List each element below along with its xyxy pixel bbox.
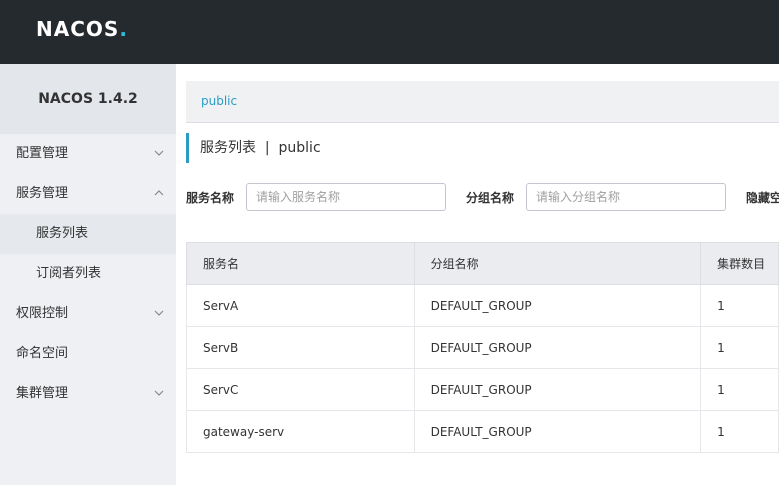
- chevron-down-icon: [154, 390, 164, 396]
- column-header-cluster-count[interactable]: 集群数目: [700, 242, 779, 285]
- sidebar-item-service-list[interactable]: 服务列表: [0, 214, 176, 254]
- cell-service-name: ServC: [186, 368, 415, 411]
- service-table: 服务名 分组名称 集群数目 ServA DEFAULT_GROUP 1 Serv…: [186, 242, 779, 453]
- table-row[interactable]: ServA DEFAULT_GROUP 1: [186, 284, 779, 327]
- cell-group-name: DEFAULT_GROUP: [413, 326, 702, 369]
- service-name-label: 服务名称: [186, 191, 235, 205]
- cell-group-name: DEFAULT_GROUP: [413, 368, 702, 411]
- cell-group-name: DEFAULT_GROUP: [413, 410, 702, 453]
- cell-cluster-count: 1: [700, 326, 779, 369]
- cell-service-name: ServB: [186, 326, 415, 369]
- cell-cluster-count: 1: [700, 410, 779, 453]
- cell-group-name: DEFAULT_GROUP: [413, 284, 702, 327]
- chevron-up-icon: [154, 190, 164, 196]
- page-title: 服务列表 | public: [186, 133, 321, 163]
- column-header-group-name[interactable]: 分组名称: [413, 242, 702, 285]
- sidebar-item-service-management[interactable]: 服务管理: [0, 174, 176, 214]
- chevron-down-icon: [154, 150, 164, 156]
- main-content: public 服务列表 | public 服务名称 分组名称 隐藏空 服务名 分…: [176, 64, 779, 485]
- cell-service-name: ServA: [186, 284, 415, 327]
- sidebar-item-config-management[interactable]: 配置管理: [0, 134, 176, 174]
- service-name-input[interactable]: [246, 183, 446, 211]
- cell-cluster-count: 1: [700, 368, 779, 411]
- sidebar-brand: NACOS 1.4.2: [0, 64, 176, 134]
- chevron-down-icon: [154, 310, 164, 316]
- table-row[interactable]: ServB DEFAULT_GROUP 1: [186, 326, 779, 369]
- top-header: NACOS.: [0, 0, 779, 64]
- table-row[interactable]: ServC DEFAULT_GROUP 1: [186, 368, 779, 411]
- sidebar-item-cluster-management[interactable]: 集群管理: [0, 374, 176, 414]
- sidebar: NACOS 1.4.2 配置管理 服务管理 服务列表 订阅者列表 权限控制 命名…: [0, 64, 176, 485]
- column-header-service-name[interactable]: 服务名: [186, 242, 415, 285]
- cell-service-name: gateway-serv: [186, 410, 415, 453]
- hide-empty-label: 隐藏空: [746, 191, 779, 205]
- sidebar-item-access-control[interactable]: 权限控制: [0, 294, 176, 334]
- group-name-label: 分组名称: [466, 191, 515, 205]
- sidebar-item-subscriber-list[interactable]: 订阅者列表: [0, 254, 176, 294]
- cell-cluster-count: 1: [700, 284, 779, 327]
- namespace-bar: public: [186, 81, 779, 123]
- nacos-logo[interactable]: NACOS.: [36, 16, 128, 42]
- sidebar-item-namespace[interactable]: 命名空间: [0, 334, 176, 374]
- table-row[interactable]: gateway-serv DEFAULT_GROUP 1: [186, 410, 779, 453]
- group-name-input[interactable]: [526, 183, 726, 211]
- namespace-tab-public[interactable]: public: [201, 94, 237, 108]
- table-header-row: 服务名 分组名称 集群数目: [186, 242, 779, 285]
- filter-bar: 服务名称 分组名称 隐藏空: [186, 183, 779, 211]
